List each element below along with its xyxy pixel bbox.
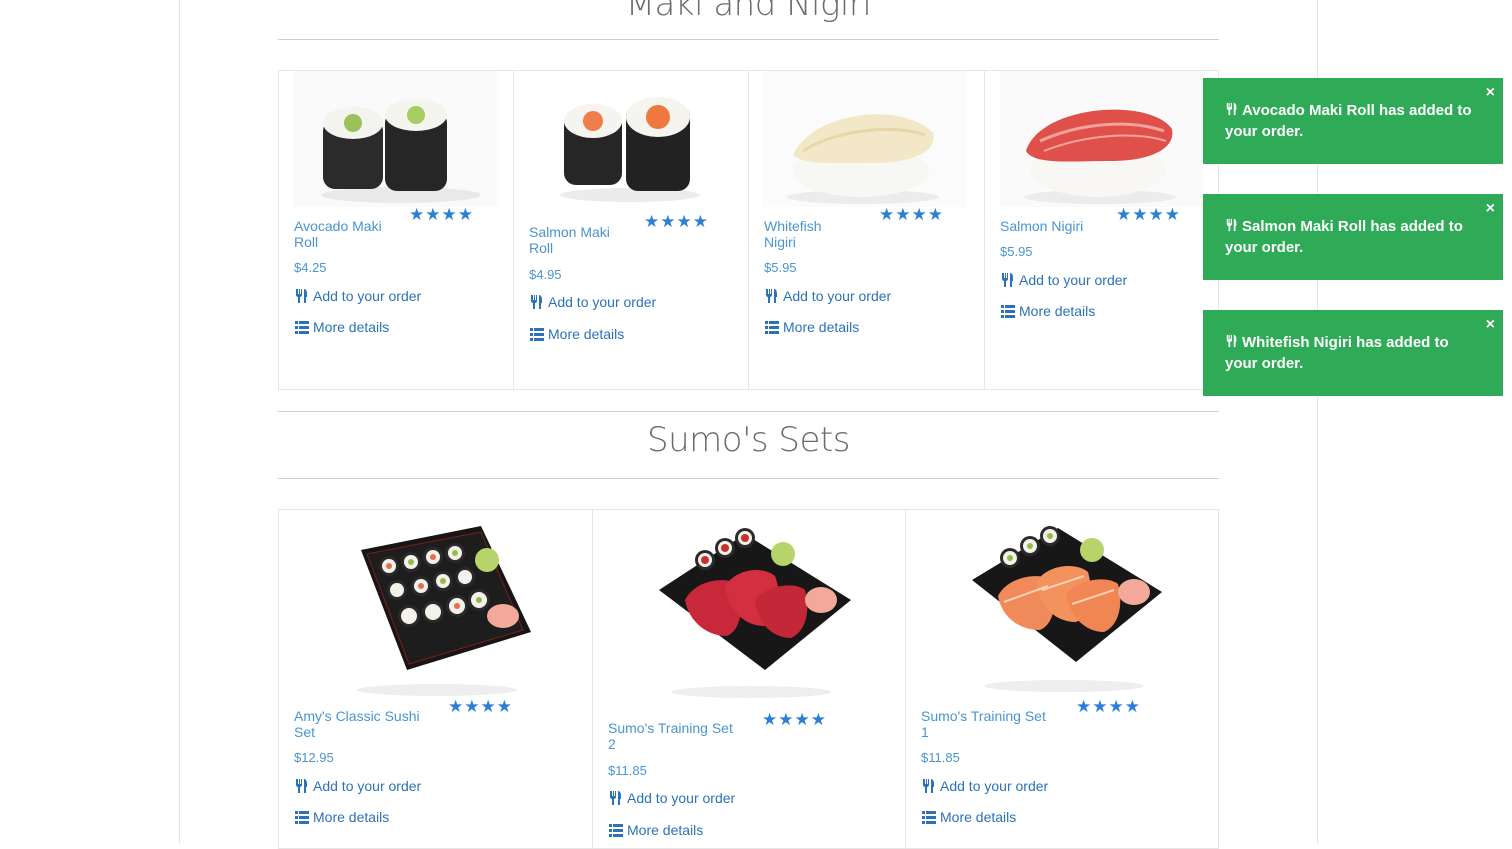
list-icon: [609, 824, 623, 837]
product-card: ★★★★ Avocado Maki Roll $4.25 Add to your…: [278, 70, 514, 390]
more-details-link[interactable]: More details: [764, 319, 859, 335]
cutlery-icon: [610, 791, 621, 805]
whitefish-nigiri-image[interactable]: [763, 71, 967, 207]
product-price: $4.95: [529, 267, 562, 282]
product-name[interactable]: Salmon Maki Roll: [529, 224, 629, 256]
list-icon: [295, 321, 309, 334]
add-to-order-label: Add to your order: [548, 294, 657, 310]
rating-stars: ★★★★: [762, 710, 827, 729]
list-icon: [530, 328, 544, 341]
order-toast: × Avocado Maki Roll has added to your or…: [1203, 78, 1503, 164]
section-title-maki: Maki and Nigiri: [625, 0, 872, 24]
more-details-label: More details: [627, 822, 704, 838]
product-price: $12.95: [294, 750, 334, 765]
product-price: $5.95: [1000, 244, 1033, 259]
rating-stars: ★★★★: [1076, 697, 1141, 716]
rating-stars: ★★★★: [879, 205, 944, 224]
classic-sushi-set-image[interactable]: [331, 520, 543, 700]
product-name[interactable]: Whitefish Nigiri: [764, 218, 844, 250]
more-details-link[interactable]: More details: [1000, 303, 1095, 319]
more-details-label: More details: [313, 319, 390, 335]
more-details-link[interactable]: More details: [921, 809, 1016, 825]
more-details-link[interactable]: More details: [294, 809, 389, 825]
cutlery-icon: [923, 779, 934, 793]
order-toast: × Salmon Maki Roll has added to your ord…: [1203, 194, 1503, 280]
more-details-link[interactable]: More details: [608, 822, 703, 838]
more-details-label: More details: [548, 326, 625, 342]
product-card: ★★★★ Sumo's Training Set 1 $11.85 Add to…: [905, 509, 1219, 849]
section-divider: [278, 39, 1219, 40]
training-set-2-image[interactable]: [645, 520, 857, 700]
cutlery-icon: [296, 779, 307, 793]
add-to-order-label: Add to your order: [313, 288, 422, 304]
add-to-order-link[interactable]: Add to your order: [529, 294, 656, 310]
add-to-order-label: Add to your order: [940, 778, 1049, 794]
close-icon[interactable]: ×: [1486, 314, 1495, 335]
more-details-label: More details: [783, 319, 860, 335]
cutlery-icon: [1226, 218, 1237, 232]
more-details-link[interactable]: More details: [294, 319, 389, 335]
product-card: ★★★★ Whitefish Nigiri $5.95 Add to your …: [748, 70, 985, 390]
cutlery-icon: [296, 289, 307, 303]
add-to-order-link[interactable]: Add to your order: [764, 288, 891, 304]
add-to-order-label: Add to your order: [783, 288, 892, 304]
product-card: ★★★★ Amy's Classic Sushi Set $12.95 Add …: [278, 509, 593, 849]
toast-message: Whitefish Nigiri has added to your order…: [1225, 334, 1449, 372]
product-price: $11.85: [921, 750, 960, 765]
salmon-nigiri-image[interactable]: [1000, 71, 1204, 207]
product-card: ★★★★ Sumo's Training Set 2 $11.85 Add to…: [592, 509, 906, 849]
product-name[interactable]: Sumo's Training Set 1: [921, 708, 1051, 740]
more-details-label: More details: [940, 809, 1017, 825]
section-divider: [278, 411, 1219, 412]
rating-stars: ★★★★: [409, 205, 474, 224]
add-to-order-label: Add to your order: [627, 790, 736, 806]
product-price: $11.85: [608, 763, 647, 778]
section-title-sets: Sumo's Sets: [647, 420, 850, 460]
rating-stars: ★★★★: [448, 697, 513, 716]
add-to-order-link[interactable]: Add to your order: [921, 778, 1048, 794]
add-to-order-label: Add to your order: [1019, 272, 1128, 288]
add-to-order-link[interactable]: Add to your order: [608, 790, 735, 806]
product-name[interactable]: Amy's Classic Sushi Set: [294, 708, 424, 740]
rating-stars: ★★★★: [1116, 205, 1181, 224]
add-to-order-label: Add to your order: [313, 778, 422, 794]
cutlery-icon: [531, 295, 542, 309]
close-icon[interactable]: ×: [1486, 198, 1495, 219]
more-details-link[interactable]: More details: [529, 326, 624, 342]
cutlery-icon: [1226, 102, 1237, 116]
close-icon[interactable]: ×: [1486, 82, 1495, 103]
add-to-order-link[interactable]: Add to your order: [1000, 272, 1127, 288]
product-card: ★★★★ Salmon Maki Roll $4.95 Add to your …: [513, 70, 749, 390]
list-icon: [295, 811, 309, 824]
avocado-maki-image[interactable]: [293, 71, 497, 207]
add-to-order-link[interactable]: Add to your order: [294, 778, 421, 794]
order-toast: × Whitefish Nigiri has added to your ord…: [1203, 310, 1503, 396]
product-card: ★★★★ Salmon Nigiri $5.95 Add to your ord…: [984, 70, 1219, 390]
toast-message: Avocado Maki Roll has added to your orde…: [1225, 102, 1472, 140]
more-details-label: More details: [313, 809, 390, 825]
add-to-order-link[interactable]: Add to your order: [294, 288, 421, 304]
product-name[interactable]: Salmon Nigiri: [1000, 218, 1110, 234]
product-name[interactable]: Avocado Maki Roll: [294, 218, 394, 250]
toast-message: Salmon Maki Roll has added to your order…: [1225, 218, 1463, 256]
more-details-label: More details: [1019, 303, 1096, 319]
rating-stars: ★★★★: [644, 212, 709, 231]
salmon-maki-image[interactable]: [528, 71, 732, 207]
training-set-1-image[interactable]: [958, 520, 1170, 700]
cutlery-icon: [1002, 273, 1013, 287]
cutlery-icon: [1226, 334, 1237, 348]
list-icon: [922, 811, 936, 824]
section-divider: [278, 478, 1219, 479]
product-price: $4.25: [294, 260, 327, 275]
list-icon: [765, 321, 779, 334]
cutlery-icon: [766, 289, 777, 303]
product-price: $5.95: [764, 260, 797, 275]
list-icon: [1001, 305, 1015, 318]
product-name[interactable]: Sumo's Training Set 2: [608, 720, 738, 752]
